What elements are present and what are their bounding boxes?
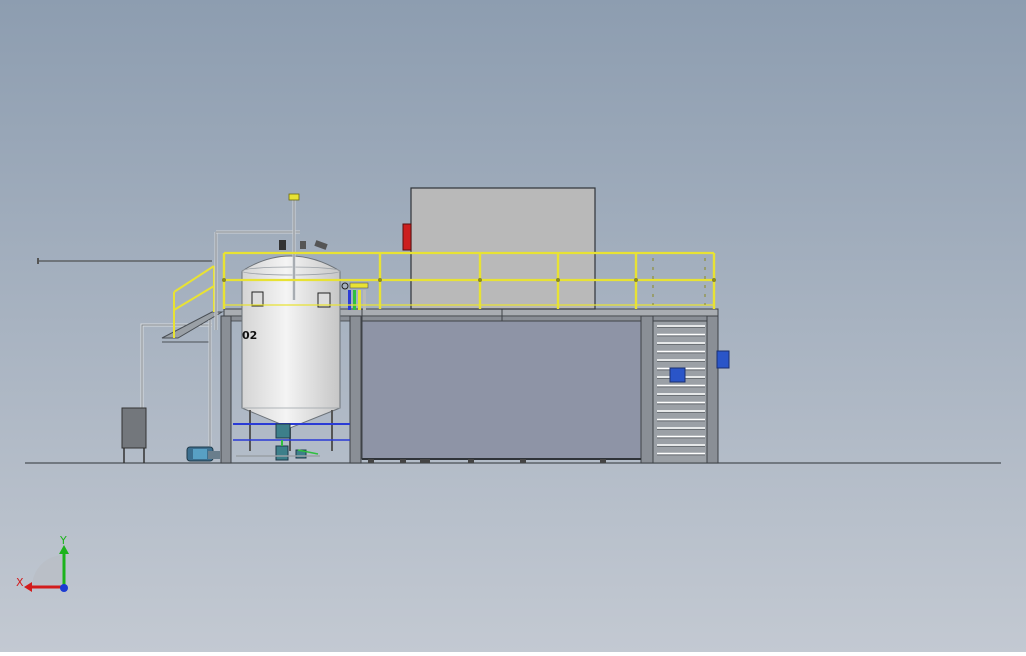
rail-joint	[556, 278, 560, 282]
y-axis-label: Y	[59, 534, 67, 547]
model-drawing: 02 Y X	[0, 0, 1026, 652]
tank-tag-label: 02	[242, 329, 257, 342]
cad-viewport[interactable]: 02 Y X	[0, 0, 1026, 652]
junction-box-stair[interactable]	[669, 367, 686, 383]
rail-joint	[634, 278, 638, 282]
red-indicator-panel[interactable]	[402, 223, 412, 251]
stair-tower[interactable]	[652, 320, 708, 464]
junction-box-leg[interactable]	[716, 350, 730, 369]
z-axis-dot	[60, 584, 68, 592]
rail-joint	[478, 278, 482, 282]
rooftop-enclosure[interactable]	[402, 187, 596, 310]
rail-joint	[378, 278, 382, 282]
rail-joint	[222, 278, 226, 282]
rail-joint	[712, 278, 716, 282]
x-axis-label: X	[16, 576, 24, 589]
under-deck-panel[interactable]	[361, 320, 642, 463]
